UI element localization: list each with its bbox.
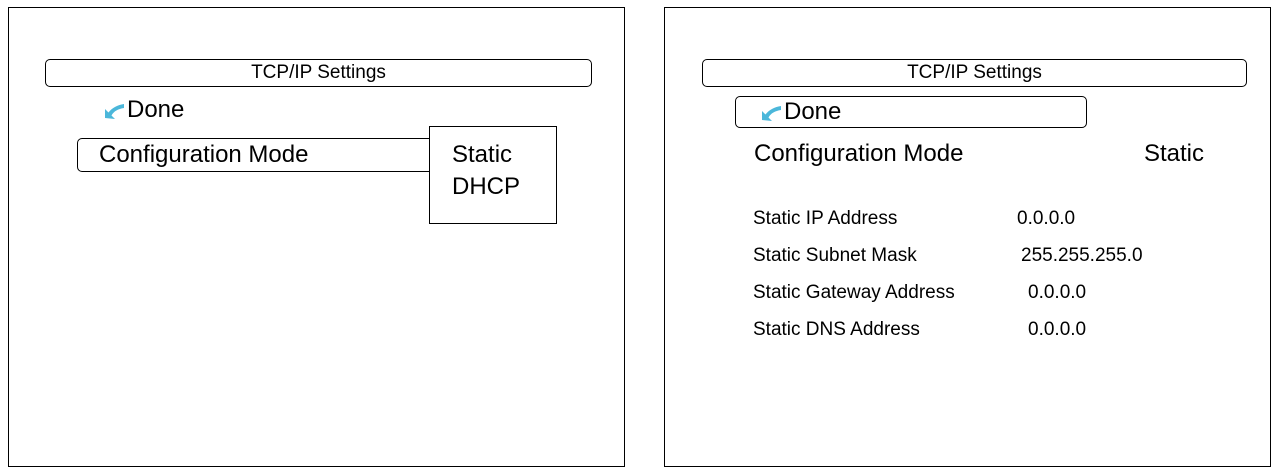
static-gateway-address-label: Static Gateway Address: [753, 282, 955, 303]
static-ip-address-value: 0.0.0.0: [1017, 208, 1076, 229]
return-arrow-icon: [105, 104, 124, 119]
dropdown-option-static[interactable]: Static: [452, 139, 556, 171]
static-ip-address-row[interactable]: Static IP Address 0.0.0.0: [753, 207, 1213, 231]
configuration-mode-label: Configuration Mode: [99, 141, 309, 168]
tcpip-settings-panel-right: TCP/IP Settings Done Configuration Mode …: [664, 7, 1271, 467]
static-dns-address-row[interactable]: Static DNS Address 0.0.0.0: [753, 318, 1213, 342]
static-gateway-address-row[interactable]: Static Gateway Address 0.0.0.0: [753, 281, 1213, 305]
done-label: Done: [127, 96, 185, 123]
static-dns-address-label: Static DNS Address: [753, 319, 920, 340]
configuration-mode-value: Static: [1143, 140, 1204, 167]
static-subnet-mask-value: 255.255.255.0: [1021, 245, 1143, 266]
static-ip-address-label: Static IP Address: [753, 208, 898, 229]
tcpip-settings-panel-left: TCP/IP Settings Done Configuration Mode …: [8, 7, 625, 467]
dropdown-option-dhcp[interactable]: DHCP: [452, 171, 556, 203]
configuration-mode-dropdown[interactable]: Static DHCP: [429, 126, 557, 224]
configuration-mode-row[interactable]: Configuration Mode: [77, 138, 437, 172]
done-button[interactable]: Done: [103, 94, 184, 126]
done-button[interactable]: Done: [735, 96, 1087, 128]
return-arrow-icon: [762, 106, 781, 121]
configuration-mode-label: Configuration Mode: [754, 140, 964, 167]
static-subnet-mask-label: Static Subnet Mask: [753, 245, 917, 266]
static-dns-address-value: 0.0.0.0: [1028, 319, 1087, 340]
static-subnet-mask-row[interactable]: Static Subnet Mask 255.255.255.0: [753, 244, 1213, 268]
static-gateway-address-value: 0.0.0.0: [1028, 282, 1087, 303]
done-label: Done: [784, 98, 842, 125]
panel-title: TCP/IP Settings: [45, 59, 592, 87]
panel-title: TCP/IP Settings: [702, 59, 1247, 87]
configuration-mode-row[interactable]: Configuration Mode Static: [754, 138, 1204, 172]
